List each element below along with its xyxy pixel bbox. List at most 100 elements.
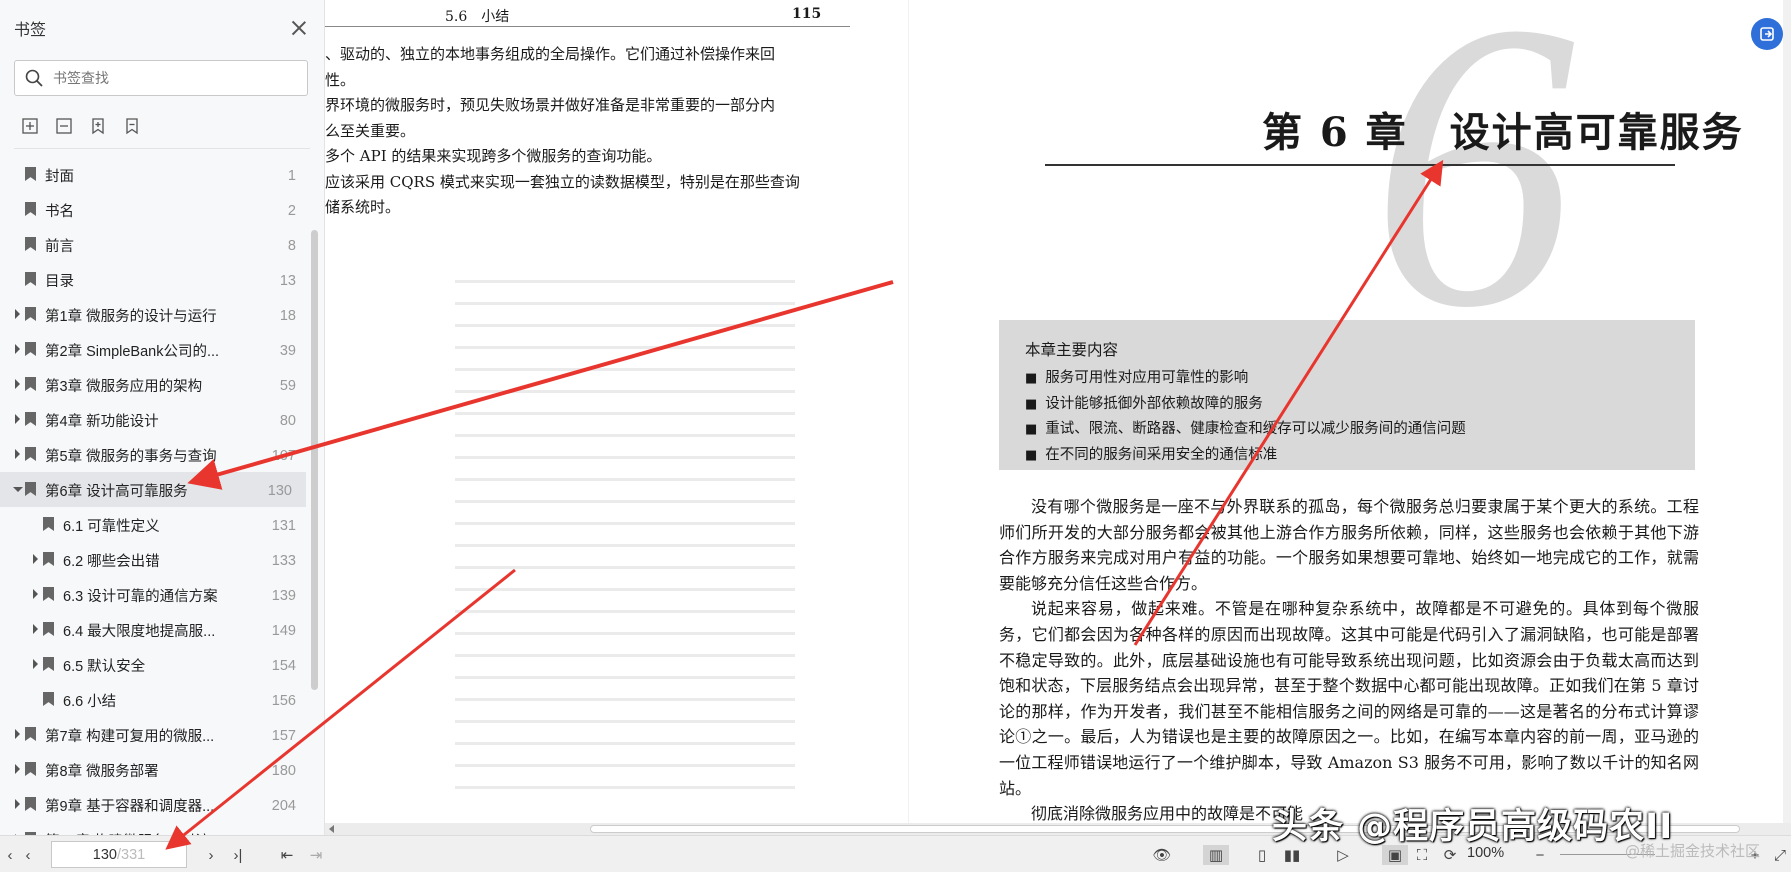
total-pages: /331 [116, 846, 146, 863]
pdf-reader-window: 书签 封面 1 书名 2 前言 8 目录 13 第1章 微服务的设计与运行 18 第2章 Simpl… [0, 0, 1791, 872]
bookmark-icon [25, 377, 36, 391]
text-line: 多个 API 的结果来实现跨多个微服务的查询功能。 [325, 147, 662, 165]
bookmark-label: 6.4 最大限度地提高服... [63, 624, 216, 640]
bookmark-page-number: 204 [271, 798, 296, 814]
caret-right-icon[interactable] [33, 554, 38, 564]
text-line: 界环境的微服务时，预见失败场景并做好准备是非常重要的一部分内 [325, 96, 776, 114]
fullscreen-icon[interactable]: ⤢ [1770, 845, 1790, 865]
prev-page-icon[interactable]: ‹ [18, 845, 38, 865]
bookmark-page-number: 1 [287, 168, 296, 184]
bookmark-icon [25, 447, 36, 461]
bookmark-search-box[interactable] [14, 60, 308, 96]
caret-right-icon[interactable] [33, 659, 38, 669]
single-page-icon[interactable]: ▯ [1252, 845, 1272, 865]
eye-protection-icon[interactable]: 👁 [1152, 845, 1172, 865]
search-icon [25, 69, 43, 87]
bookmark-label: 目录 [45, 274, 74, 290]
left-page-section: 5.6 小结 [445, 9, 510, 25]
summary-item: 设计能够抵御外部依赖故障的服务 [1025, 392, 1669, 418]
bookmark-page-number: 154 [271, 658, 296, 674]
bookmark-page-number: 39 [279, 343, 296, 359]
bookmark-label: 6.3 设计可靠的通信方案 [63, 589, 218, 605]
first-page-icon[interactable]: ‹ [0, 845, 20, 865]
chapter-body-text: 没有哪个微服务是一座不与外界联系的孤岛，每个微服务总归要隶属于某个更大的系统。工… [999, 494, 1699, 827]
bookmark-icon [25, 342, 36, 356]
sidebar-title: 书签 [14, 22, 47, 39]
chapter-title: 第 6 章 设计高可靠服务 [1262, 109, 1744, 156]
sidebar-scrollbar[interactable] [311, 230, 318, 690]
bookmark-page-number: 13 [279, 273, 296, 289]
bookmark-page-number: 131 [271, 518, 296, 534]
bookmark-item[interactable]: 第2章 SimpleBank公司的... 39 [0, 332, 310, 367]
body-paragraph: 没有哪个微服务是一座不与外界联系的孤岛，每个微服务总归要隶属于某个更大的系统。工… [999, 497, 1699, 593]
caret-right-icon[interactable] [33, 624, 38, 634]
bookmark-item[interactable]: 前言 8 [0, 227, 310, 262]
sidebar-header: 书签 [0, 0, 324, 56]
caret-right-icon[interactable] [15, 379, 20, 389]
caret-right-icon[interactable] [15, 414, 20, 424]
bookmark-item[interactable]: 第6章 设计高可靠服务 130 [0, 472, 306, 507]
last-page-icon[interactable]: ›| [228, 845, 248, 865]
bookmark-page-number: 2 [287, 203, 296, 219]
close-icon[interactable] [288, 17, 310, 39]
caret-right-icon[interactable] [15, 729, 20, 739]
caret-right-icon[interactable] [15, 309, 20, 319]
bookmark-icon [25, 762, 36, 776]
bookmark-page-number: 59 [279, 378, 296, 394]
text-line: 么至关重要。 [325, 121, 416, 140]
bookmark-label: 6.6 小结 [63, 694, 117, 710]
expand-all-icon[interactable] [20, 116, 40, 136]
bookmark-item[interactable]: 第5章 微服务的事务与查询 107 [0, 437, 310, 472]
forward-icon[interactable]: ⇥ [306, 845, 326, 865]
bookmark-icon [43, 517, 54, 531]
caret-right-icon[interactable] [33, 589, 38, 599]
bookmark-icon [25, 202, 36, 216]
bookmark-item[interactable]: 第4章 新功能设计 80 [0, 402, 310, 437]
collapse-all-icon[interactable] [54, 116, 74, 136]
caret-right-icon[interactable] [15, 799, 20, 809]
scroll-left-icon[interactable] [329, 825, 334, 833]
text-line: 应该采用 CQRS 模式来实现一套独立的读数据模型，特别是在那些查询 [325, 172, 800, 191]
bookmark-item[interactable]: 第8章 微服务部署 180 [0, 752, 310, 787]
remove-bookmark-icon[interactable] [122, 116, 142, 136]
bookmark-item[interactable]: 6.5 默认安全 154 [0, 647, 310, 682]
add-bookmark-icon[interactable] [88, 116, 108, 136]
bookmark-label: 6.2 哪些会出错 [63, 554, 160, 570]
bookmark-item[interactable]: 第1章 微服务的设计与运行 18 [0, 297, 310, 332]
bookmark-page-number: 180 [271, 763, 296, 779]
bookmark-label: 第2章 SimpleBank公司的... [45, 344, 220, 360]
document-view: 5.6 小结 115 、驱动的、独立的本地事务组成的全局操作。它们通过补偿操作来… [325, 0, 1791, 835]
bookmark-label: 第1章 微服务的设计与运行 [45, 309, 217, 325]
caret-down-icon[interactable] [13, 487, 23, 492]
next-page-icon[interactable]: › [201, 845, 221, 865]
bookmark-item[interactable]: 6.4 最大限度地提高服... 149 [0, 612, 310, 647]
bookmark-item[interactable]: 封面 1 [0, 157, 310, 192]
text-line: 、驱动的、独立的本地事务组成的全局操作。它们通过补偿操作来回 [325, 45, 776, 63]
caret-right-icon[interactable] [15, 449, 20, 459]
page-number-input[interactable]: 130/331 [51, 841, 187, 868]
bookmark-item[interactable]: 第3章 微服务应用的架构 59 [0, 367, 310, 402]
bookmark-item[interactable]: 第9章 基于容器和调度器... 204 [0, 787, 310, 822]
current-page: 130 [92, 846, 117, 863]
summary-list: 服务可用性对应用可靠性的影响设计能够抵御外部依赖故障的服务重试、限流、断路器、健… [1025, 366, 1669, 468]
bookmark-item[interactable]: 6.6 小结 156 [0, 682, 310, 717]
chapter-number-graphic: 6 [1371, 0, 1576, 392]
bookmark-item[interactable]: 第7章 构建可复用的微服... 157 [0, 717, 310, 752]
bookmark-item[interactable]: 书名 2 [0, 192, 310, 227]
back-icon[interactable]: ⇤ [277, 845, 297, 865]
floating-tool-button[interactable] [1751, 18, 1783, 50]
bookmark-item[interactable]: 6.3 设计可靠的通信方案 139 [0, 577, 310, 612]
bookmark-item[interactable]: 6.1 可靠性定义 131 [0, 507, 310, 542]
bookmark-search-input[interactable] [53, 70, 273, 86]
continuous-view-icon[interactable]: ▥ [1203, 845, 1229, 865]
bookmark-page-number: 107 [271, 448, 296, 464]
bookmark-sidebar: 书签 封面 1 书名 2 前言 8 目录 13 第1章 微服务的设计与运行 18 第2章 Simpl… [0, 0, 325, 850]
bookmark-item[interactable]: 6.2 哪些会出错 133 [0, 542, 310, 577]
summary-item: 服务可用性对应用可靠性的影响 [1025, 366, 1669, 392]
caret-right-icon[interactable] [15, 764, 20, 774]
bookmark-page-number: 156 [271, 693, 296, 709]
bookmark-page-number: 149 [271, 623, 296, 639]
bookmark-item[interactable]: 目录 13 [0, 262, 310, 297]
caret-right-icon[interactable] [15, 344, 20, 354]
left-page-number: 115 [792, 6, 822, 22]
